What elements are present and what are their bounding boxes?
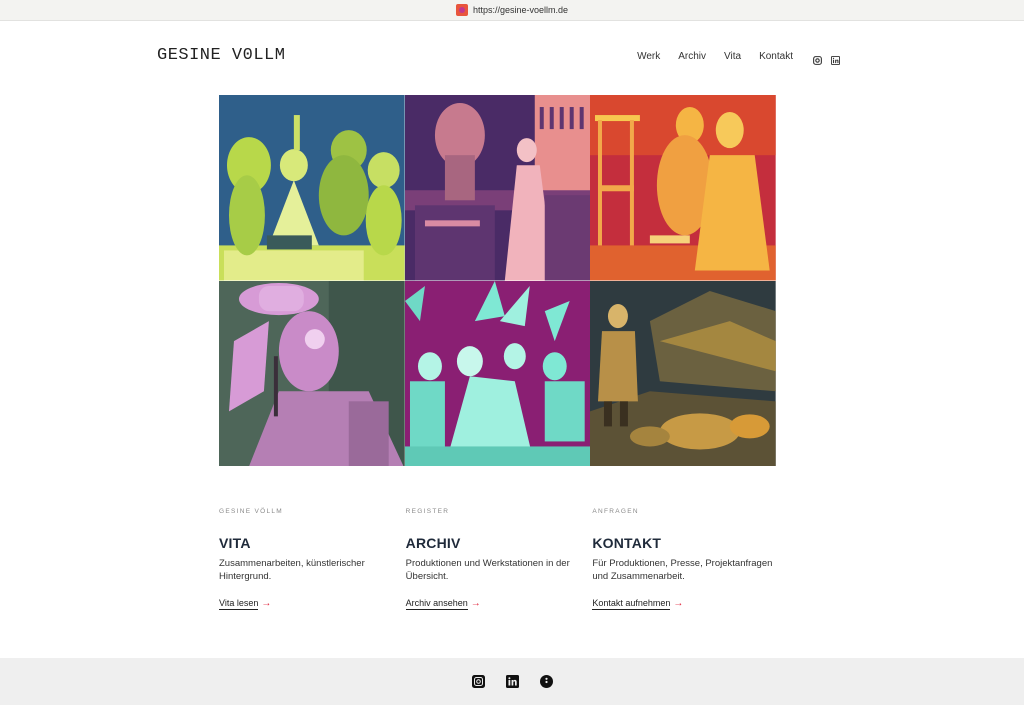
- info-icon[interactable]: [539, 675, 553, 688]
- link-label[interactable]: Archiv ansehen: [406, 598, 468, 608]
- card-title: VITA: [219, 535, 251, 551]
- card-eyebrow: GESINE VÖLLM: [219, 508, 284, 515]
- linkedin-icon[interactable]: [505, 675, 519, 688]
- link-label[interactable]: Kontakt aufnehmen: [592, 598, 670, 608]
- arrow-right-icon: →: [673, 598, 684, 609]
- card-title: ARCHIV: [405, 535, 461, 551]
- card-vita: GESINE VÖLLM VITA Zusammenarbeiten, küns…: [219, 508, 406, 611]
- main-nav: Werk Archiv Vita Kontakt: [619, 51, 840, 65]
- instagram-icon[interactable]: [813, 52, 822, 65]
- kontakt-link[interactable]: Kontakt aufnehmen: [592, 598, 671, 610]
- archiv-link[interactable]: Archiv ansehen: [405, 598, 468, 610]
- gallery-image-1[interactable]: [219, 95, 405, 281]
- url-text[interactable]: https://gesine-voellm.de: [473, 5, 568, 15]
- link-label[interactable]: Vita lesen: [219, 598, 258, 608]
- browser-address-bar[interactable]: https://gesine-voellm.de: [0, 0, 1024, 21]
- nav-item-vita[interactable]: Vita: [724, 51, 741, 62]
- card-text: Produktionen und Werkstationen in der Üb…: [405, 558, 570, 582]
- arrow-right-icon: →: [261, 598, 272, 609]
- gallery-image-3[interactable]: [590, 95, 776, 281]
- site-favicon-icon: [455, 4, 468, 16]
- production-gallery: [219, 95, 776, 466]
- card-eyebrow: REGISTER: [405, 508, 450, 515]
- nav-item-kontakt[interactable]: Kontakt: [759, 51, 793, 62]
- site-logo[interactable]: GESINE V0LLM: [157, 46, 285, 65]
- card-archiv: REGISTER ARCHIV Produktionen und Werksta…: [405, 508, 593, 611]
- gallery-image-4[interactable]: [219, 280, 405, 466]
- gallery-image-5[interactable]: [404, 280, 591, 466]
- card-title: KONTAKT: [592, 535, 662, 551]
- card-eyebrow: ANFRAGEN: [592, 508, 639, 515]
- card-text: Für Produktionen, Presse, Projektanfrage…: [592, 558, 773, 582]
- linkedin-icon[interactable]: [831, 52, 840, 65]
- vita-link[interactable]: Vita lesen: [219, 598, 259, 610]
- site-footer: [0, 658, 1024, 705]
- card-text: Zusammenarbeiten, künstlerischer Hinterg…: [219, 558, 365, 582]
- gallery-image-6[interactable]: [590, 280, 776, 466]
- card-kontakt: ANFRAGEN KONTAKT Für Produktionen, Press…: [592, 508, 779, 611]
- instagram-icon[interactable]: [471, 675, 485, 688]
- nav-item-archiv[interactable]: Archiv: [678, 51, 706, 62]
- nav-item-werk[interactable]: Werk: [637, 51, 660, 62]
- gallery-image-2[interactable]: [404, 95, 591, 281]
- arrow-right-icon: →: [470, 598, 481, 609]
- intro-cards: GESINE VÖLLM VITA Zusammenarbeiten, küns…: [219, 508, 779, 611]
